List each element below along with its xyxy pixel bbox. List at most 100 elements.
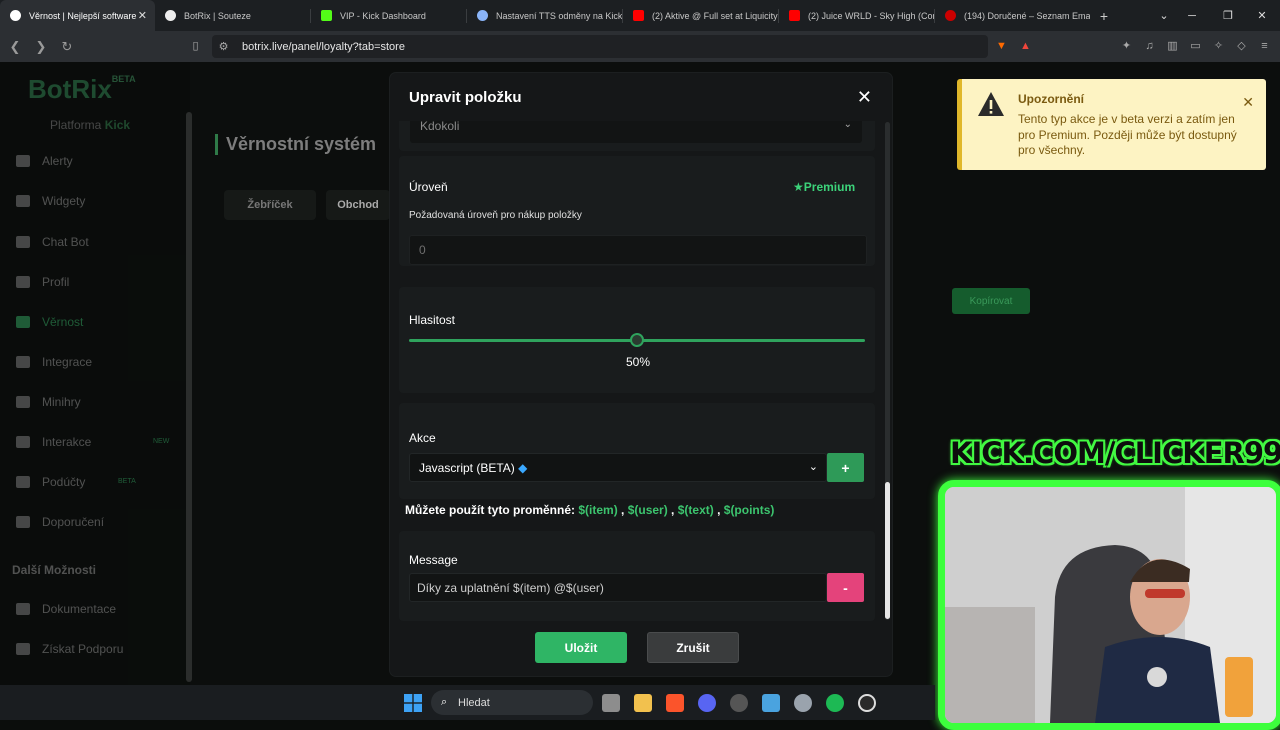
vpn-icon[interactable]: ◇	[1235, 40, 1248, 53]
sidebar-item-integrace[interactable]: Integrace	[16, 355, 92, 369]
premium-badge: ★Premium	[793, 180, 856, 194]
leo-ai-icon[interactable]: ✧	[1212, 40, 1225, 53]
cancel-button[interactable]: Zrušit	[647, 632, 739, 663]
variables-hint: Můžete použít tyto proměnné: $(item) , $…	[405, 503, 775, 517]
browser-tab[interactable]: (2) Juice WRLD - Sky High (Con	[779, 0, 934, 31]
chevron-down-icon: ⌄	[808, 461, 818, 473]
referral-icon	[16, 516, 30, 528]
browser-tab[interactable]: Nastavení TTS odměny na Kick	[467, 0, 622, 31]
sidebar-icon[interactable]: ▥	[1166, 40, 1179, 53]
browser-tab[interactable]: (194) Doručené – Seznam Email	[935, 0, 1090, 31]
sidebar-item-interakce[interactable]: Interakce	[16, 435, 91, 449]
add-action-button[interactable]: +	[827, 453, 864, 482]
docs-icon	[16, 603, 30, 615]
permission-select[interactable]: Kdokoli ⌄	[410, 121, 862, 143]
diamond-icon: ◆	[518, 461, 528, 475]
reload-icon[interactable]: ↻	[56, 39, 78, 55]
sparkle-favicon-icon	[477, 10, 488, 21]
browser-tab[interactable]: (2) Aktive @ Full set at Liquicity	[623, 0, 778, 31]
back-icon[interactable]: ❮	[4, 39, 26, 55]
seznam-favicon-icon	[945, 10, 956, 21]
volume-slider-thumb[interactable]	[630, 333, 644, 347]
volume-value: 50%	[626, 355, 651, 369]
browser-tab-bar: Věrnost | Nejlepší software ✕ BotRix | S…	[0, 0, 1280, 31]
close-icon[interactable]: ✕	[857, 87, 872, 108]
site-settings-icon[interactable]: ⚙	[217, 41, 230, 54]
notepad-icon[interactable]	[762, 694, 780, 712]
save-button[interactable]: Uložit	[535, 632, 627, 663]
tab-title: (194) Doručené – Seznam Email	[964, 10, 1090, 21]
page-title: Věrnostní systém	[215, 134, 376, 155]
variable-user: $(user)	[627, 503, 668, 517]
variable-item: $(item)	[578, 503, 618, 517]
browser-tab[interactable]: VIP - Kick Dashboard	[311, 0, 466, 31]
obs-icon[interactable]	[730, 694, 748, 712]
sidebar-item-dokumentace[interactable]: Dokumentace	[16, 602, 116, 616]
level-input[interactable]: 0	[409, 235, 867, 265]
brave-shields-icon[interactable]: ▼	[995, 40, 1008, 53]
forward-icon[interactable]: ❯	[30, 39, 52, 55]
tab-obchod[interactable]: Obchod	[326, 190, 390, 220]
platform-indicator: Platforma Kick	[50, 118, 131, 132]
modal-scrollbar-thumb[interactable]	[885, 482, 890, 619]
sidebar-item-minihry[interactable]: Minihry	[16, 395, 81, 409]
browser-tab[interactable]: Věrnost | Nejlepší software ✕	[0, 0, 155, 31]
toast-title: Upozornění	[1018, 92, 1084, 106]
minimize-icon[interactable]: ─	[1174, 0, 1210, 31]
sidebar-scrollbar[interactable]	[186, 112, 192, 682]
windows-start-icon[interactable]	[404, 694, 422, 712]
sidebar-item-vernost[interactable]: Věrnost	[16, 315, 83, 329]
sidebar-section-heading: Další Možnosti	[12, 563, 97, 577]
extensions-icon[interactable]: ✦	[1120, 40, 1133, 53]
close-icon[interactable]: ✕	[1242, 94, 1254, 111]
tab-title: (2) Juice WRLD - Sky High (Con	[808, 10, 934, 21]
sidebar-item-poducty[interactable]: Podúčty	[16, 475, 85, 489]
bookmark-icon[interactable]: ▯	[189, 40, 202, 53]
copy-button[interactable]: Kopírovat	[952, 288, 1030, 314]
edit-item-modal: Upravit položku ✕ Kdokoli ⌄ Úroveň ★Prem…	[390, 73, 892, 676]
url-field[interactable]: botrix.live/panel/loyalty?tab=store	[212, 35, 988, 58]
music-icon[interactable]: ♫	[1143, 40, 1156, 53]
message-section: Message Díky za uplatnění $(item) @$(use…	[399, 531, 875, 621]
modal-title: Upravit položku	[409, 89, 522, 106]
tab-zebricek[interactable]: Žebříček	[224, 190, 316, 220]
action-select[interactable]: Javascript (BETA) ◆ ⌄	[409, 453, 827, 482]
menu-icon[interactable]: ≡	[1258, 40, 1271, 53]
spotify-icon[interactable]	[826, 694, 844, 712]
youtube-favicon-icon	[633, 10, 644, 21]
sidebar-item-doporuceni[interactable]: Doporučení	[16, 515, 104, 529]
permission-section: Kdokoli ⌄	[399, 121, 875, 151]
volume-section: Hlasitost 50%	[399, 287, 875, 393]
permission-select-value: Kdokoli	[420, 121, 460, 133]
sidebar-item-widgety[interactable]: Widgety	[16, 194, 85, 208]
sidebar-item-profil[interactable]: Profil	[16, 275, 69, 289]
taskbar-search[interactable]: Hledat	[431, 690, 593, 715]
brave-rewards-icon[interactable]: ▲	[1019, 40, 1032, 53]
sidebar-item-podpora[interactable]: Získat Podporu	[16, 642, 123, 656]
action-select-value: Javascript (BETA)	[419, 461, 515, 475]
task-view-icon[interactable]	[602, 694, 620, 712]
botrix-favicon-icon	[10, 10, 21, 21]
message-label: Message	[409, 553, 458, 567]
sidebar-item-chatbot[interactable]: Chat Bot	[16, 235, 89, 249]
close-tab-icon[interactable]: ✕	[138, 9, 147, 22]
maximize-icon[interactable]: ❐	[1210, 0, 1246, 31]
message-input[interactable]: Díky za uplatnění $(item) @$(user)	[409, 573, 827, 602]
brave-icon[interactable]	[666, 694, 684, 712]
tab-title: Nastavení TTS odměny na Kick	[496, 10, 622, 21]
trophy-icon	[16, 316, 30, 328]
chat-icon	[16, 236, 30, 248]
sidebar-item-alerty[interactable]: Alerty	[16, 154, 73, 168]
new-tab-icon[interactable]: +	[1090, 8, 1118, 24]
file-explorer-icon[interactable]	[634, 694, 652, 712]
app-icon[interactable]	[858, 694, 876, 712]
wallet-icon[interactable]: ▭	[1189, 40, 1202, 53]
remove-message-button[interactable]: -	[827, 573, 864, 602]
discord-icon[interactable]	[698, 694, 716, 712]
webcam-overlay	[938, 480, 1280, 730]
variables-prefix: Můžete použít tyto proměnné:	[405, 503, 575, 517]
chevron-down-icon: ⌄	[843, 121, 852, 130]
browser-tab[interactable]: BotRix | Souteze	[155, 0, 310, 31]
close-window-icon[interactable]: ✕	[1244, 0, 1280, 31]
settings-icon[interactable]	[794, 694, 812, 712]
